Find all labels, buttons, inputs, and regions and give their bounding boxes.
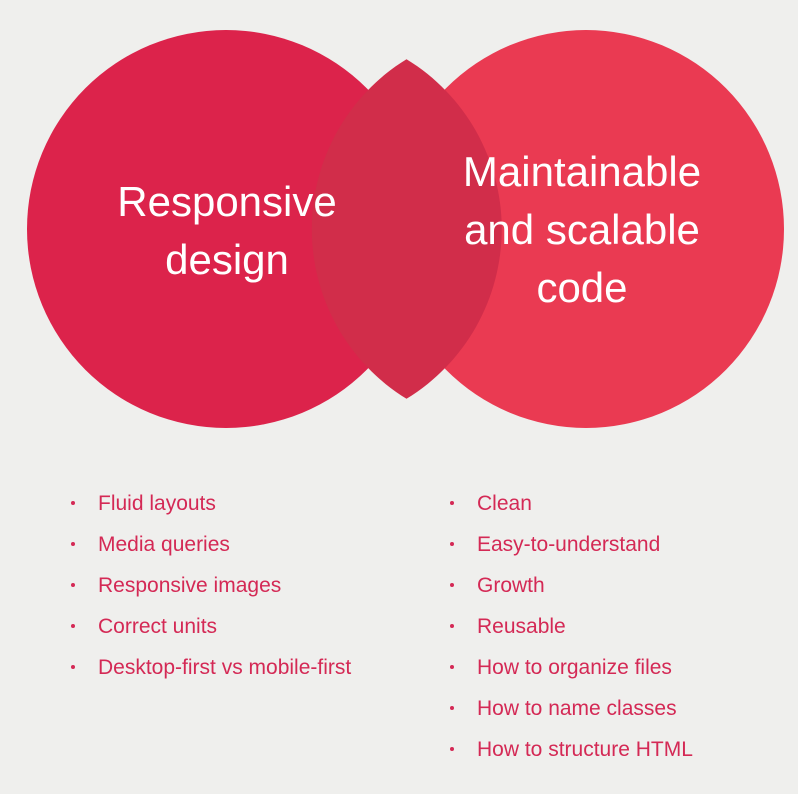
list-item-label: How to name classes [477,697,677,720]
bullet-icon [450,706,454,710]
list-item: Correct units [68,606,351,647]
list-item: Media queries [68,524,351,565]
bullet-icon [450,583,454,587]
venn-diagram: Responsive design Maintainable and scala… [0,0,798,794]
list-item: Fluid layouts [68,483,351,524]
maintainable-code-list: Clean Easy-to-understand Growth Reusable… [447,483,693,770]
list-item-label: Responsive images [98,574,282,597]
list-item: How to organize files [447,647,693,688]
bullet-icon [71,624,75,628]
list-item-label: Easy-to-understand [477,533,661,556]
maintainable-code-title: Maintainable and scalable code [462,148,702,311]
list-item-label: Correct units [98,615,218,638]
list-item: How to structure HTML [447,729,693,770]
list-item-label: Reusable [477,615,566,638]
list-item-label: Media queries [98,533,230,556]
bullet-icon [71,665,75,669]
list-item: Growth [447,565,693,606]
list-item: How to name classes [447,688,693,729]
list-item-label: Growth [477,574,545,597]
list-item: Reusable [447,606,693,647]
bullet-icon [71,583,75,587]
list-item-label: Desktop-first vs mobile-first [98,656,352,679]
list-item: Easy-to-understand [447,524,693,565]
list-item-label: Fluid layouts [98,492,216,515]
bullet-icon [450,665,454,669]
bullet-icon [71,501,75,505]
list-item-label: How to structure HTML [477,738,693,761]
responsive-design-title: Responsive design [117,178,337,283]
responsive-design-list: Fluid layouts Media queries Responsive i… [68,483,351,688]
list-item-label: Clean [477,492,532,515]
bullet-icon [450,624,454,628]
list-item: Desktop-first vs mobile-first [68,647,351,688]
bullet-icon [71,542,75,546]
bullet-icon [450,542,454,546]
list-item-label: How to organize files [477,656,672,679]
list-item: Clean [447,483,693,524]
bullet-icon [450,747,454,751]
bullet-icon [450,501,454,505]
list-item: Responsive images [68,565,351,606]
